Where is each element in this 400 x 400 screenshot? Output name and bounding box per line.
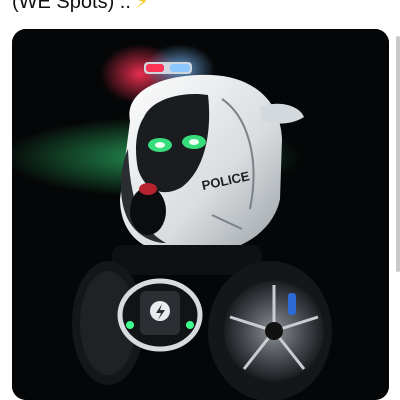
lightning-emoji-icon: ⚡ (134, 0, 149, 13)
post-image[interactable]: POLICE (12, 29, 389, 400)
post-caption-text: (WE Spots) .. (12, 0, 131, 13)
post-caption: (WE Spots) .. ⚡ (12, 0, 149, 14)
police-robot-vehicle-image: POLICE (12, 29, 389, 400)
page-scrollbar[interactable] (396, 36, 400, 272)
